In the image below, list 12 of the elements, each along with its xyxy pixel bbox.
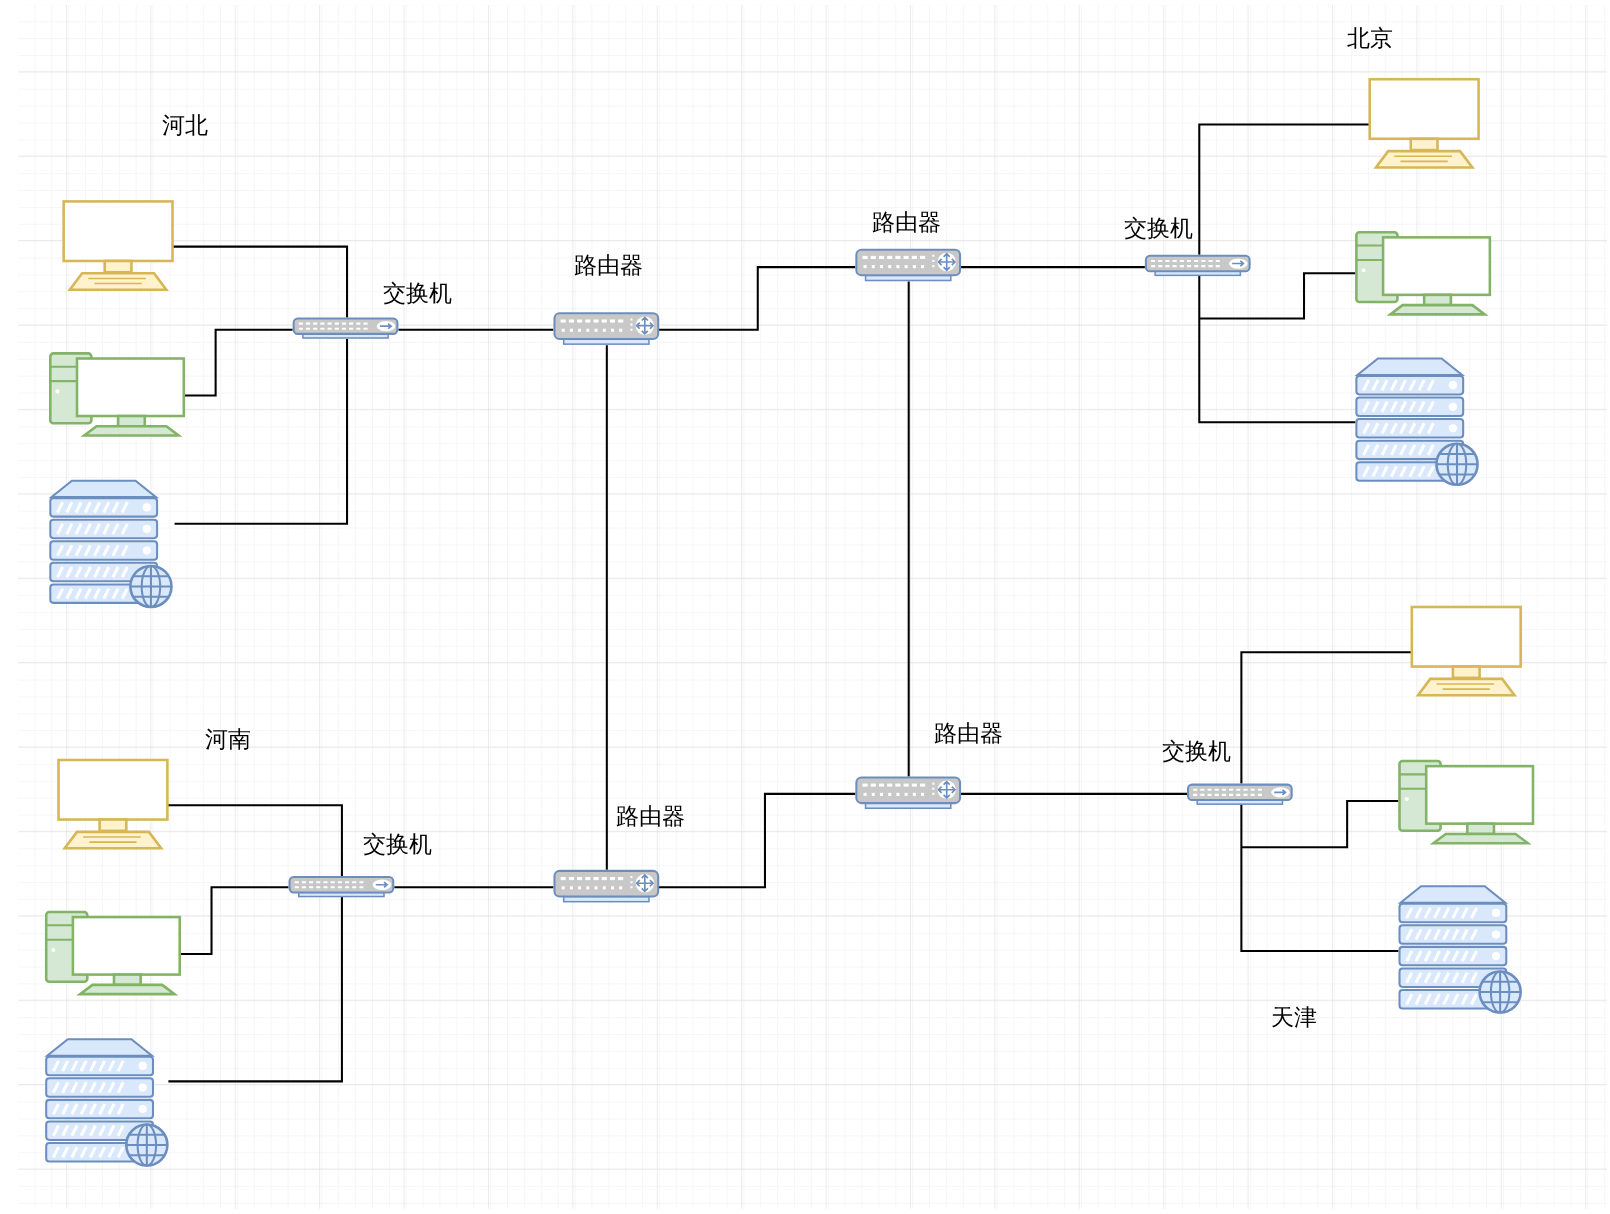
region-label: 河南	[204, 726, 251, 753]
device-label: 路由器	[616, 803, 686, 830]
region-label: 天津	[1270, 1003, 1317, 1030]
device-label: 交换机	[383, 279, 453, 306]
device-label: 路由器	[574, 252, 644, 279]
region-label: 北京	[1346, 25, 1393, 52]
region-label: 河北	[161, 112, 208, 139]
device-label: 交换机	[1161, 737, 1231, 764]
device-label: 路由器	[872, 208, 942, 235]
device-label: 路由器	[933, 720, 1003, 747]
device-label: 交换机	[362, 831, 432, 858]
device-label: 交换机	[1123, 215, 1193, 242]
